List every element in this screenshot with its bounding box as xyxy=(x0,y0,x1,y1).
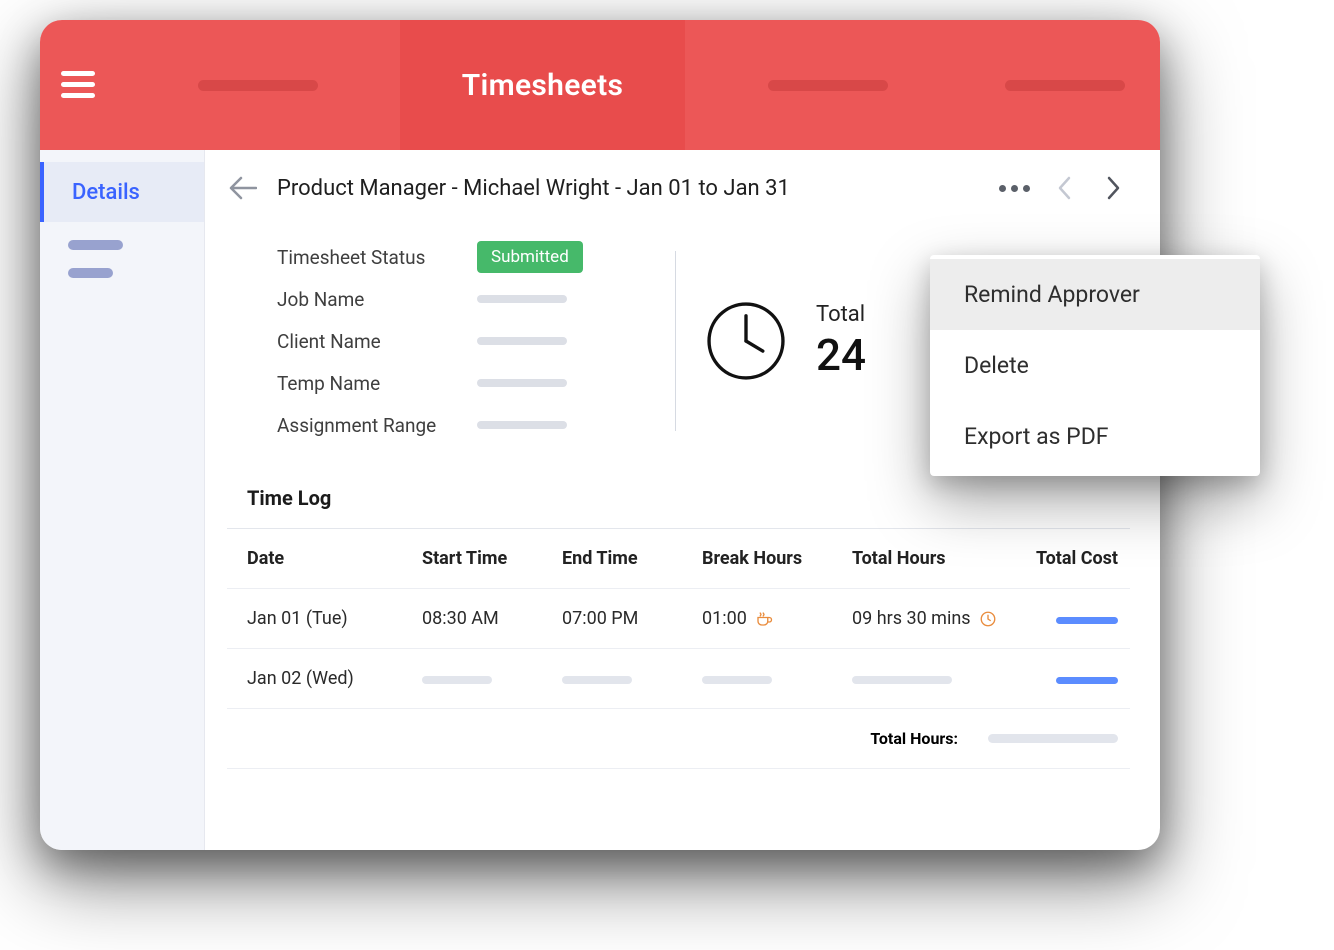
cell-total xyxy=(852,668,1032,689)
total-value: 24 xyxy=(816,329,866,381)
col-date: Date xyxy=(247,548,422,569)
table-row[interactable]: Jan 01 (Tue) 08:30 AM 07:00 PM 01:00 xyxy=(227,589,1130,649)
skeleton-placeholder xyxy=(852,676,952,684)
chevron-right-icon xyxy=(1107,176,1121,200)
header-title-slot: Timesheets xyxy=(400,20,685,150)
col-cost: Total Cost xyxy=(1032,548,1118,569)
skeleton-placeholder xyxy=(198,80,318,91)
info-label: Assignment Range xyxy=(277,414,477,437)
skeleton-placeholder xyxy=(68,268,113,278)
menu-item-export-pdf[interactable]: Export as PDF xyxy=(930,401,1260,472)
more-menu-button[interactable] xyxy=(998,172,1030,204)
prev-record-button[interactable] xyxy=(1048,172,1080,204)
menu-item-label: Export as PDF xyxy=(964,423,1109,450)
table-footer-row: Total Hours: xyxy=(227,709,1130,769)
record-titlebar: Product Manager - Michael Wright - Jan 0… xyxy=(227,172,1130,204)
col-end: End Time xyxy=(562,548,702,569)
next-record-button[interactable] xyxy=(1098,172,1130,204)
col-start: Start Time xyxy=(422,548,562,569)
cell-start xyxy=(422,668,562,689)
clock-icon xyxy=(704,299,788,383)
info-row-status: Timesheet Status Submitted xyxy=(277,236,617,278)
col-total: Total Hours xyxy=(852,548,1032,569)
skeleton-placeholder xyxy=(477,379,567,387)
header-slot-right-1 xyxy=(685,20,970,150)
page-title: Timesheets xyxy=(462,68,623,103)
vertical-divider xyxy=(675,251,676,431)
header-slot-right-2 xyxy=(970,20,1160,150)
skeleton-placeholder xyxy=(988,734,1118,743)
table-row[interactable]: Jan 02 (Wed) xyxy=(227,649,1130,709)
cell-end xyxy=(562,668,702,689)
timelog-table: Date Start Time End Time Break Hours Tot… xyxy=(227,528,1130,769)
record-title: Product Manager - Michael Wright - Jan 0… xyxy=(277,176,790,201)
cell-cost xyxy=(1032,608,1118,629)
back-button[interactable] xyxy=(227,172,259,204)
info-label: Timesheet Status xyxy=(277,246,477,269)
menu-item-label: Delete xyxy=(964,352,1029,379)
cell-break: 01:00 xyxy=(702,608,852,629)
cell-date: Jan 01 (Tue) xyxy=(247,608,422,629)
info-label: Client Name xyxy=(277,330,477,353)
skeleton-placeholder xyxy=(1056,617,1118,624)
arrow-left-icon xyxy=(229,176,257,200)
skeleton-placeholder xyxy=(68,240,123,250)
skeleton-placeholder xyxy=(477,337,567,345)
skeleton-placeholder xyxy=(702,676,772,684)
info-row-temp: Temp Name xyxy=(277,362,617,404)
overtime-clock-icon xyxy=(979,610,997,628)
info-row-job: Job Name xyxy=(277,278,617,320)
menu-item-delete[interactable]: Delete xyxy=(930,330,1260,401)
skeleton-placeholder xyxy=(562,676,632,684)
header-slot-left xyxy=(115,20,400,150)
total-label: Total xyxy=(816,302,866,327)
info-label: Job Name xyxy=(277,288,477,311)
menu-item-label: Remind Approver xyxy=(964,281,1140,308)
cell-cost xyxy=(1032,668,1118,689)
record-person: Michael Wright xyxy=(463,176,609,201)
skeleton-placeholder xyxy=(768,80,888,91)
cell-end: 07:00 PM xyxy=(562,608,702,629)
header-bar: Timesheets xyxy=(40,20,1160,150)
cell-break xyxy=(702,668,852,689)
skeleton-placeholder xyxy=(477,295,567,303)
sidebar-item-label: Details xyxy=(72,180,140,205)
info-row-range: Assignment Range xyxy=(277,404,617,446)
hamburger-icon[interactable] xyxy=(40,20,115,150)
footer-total-label: Total Hours: xyxy=(870,729,958,748)
info-label: Temp Name xyxy=(277,372,477,395)
context-menu: Remind Approver Delete Export as PDF xyxy=(930,255,1260,476)
cell-date: Jan 02 (Wed) xyxy=(247,668,422,689)
cell-start: 08:30 AM xyxy=(422,608,562,629)
menu-item-remind-approver[interactable]: Remind Approver xyxy=(930,259,1260,330)
sidebar: Details xyxy=(40,150,205,850)
skeleton-placeholder xyxy=(1005,80,1125,91)
sidebar-item-details[interactable]: Details xyxy=(40,162,204,222)
cell-total: 09 hrs 30 mins xyxy=(852,608,1032,629)
cell-total-value: 09 hrs 30 mins xyxy=(852,608,971,629)
coffee-icon xyxy=(755,610,773,628)
col-break: Break Hours xyxy=(702,548,852,569)
status-badge: Submitted xyxy=(477,241,583,273)
skeleton-placeholder xyxy=(477,421,567,429)
section-title-timelog: Time Log xyxy=(247,486,1130,510)
more-horiz-icon xyxy=(999,185,1030,192)
cell-break-value: 01:00 xyxy=(702,608,747,629)
total-hours-block: Total 24 xyxy=(704,236,866,446)
table-header-row: Date Start Time End Time Break Hours Tot… xyxy=(227,529,1130,589)
skeleton-placeholder xyxy=(1056,677,1118,684)
skeleton-placeholder xyxy=(422,676,492,684)
record-role: Product Manager xyxy=(277,176,446,201)
record-range: Jan 01 to Jan 31 xyxy=(627,176,790,201)
chevron-left-icon xyxy=(1057,176,1071,200)
info-row-client: Client Name xyxy=(277,320,617,362)
